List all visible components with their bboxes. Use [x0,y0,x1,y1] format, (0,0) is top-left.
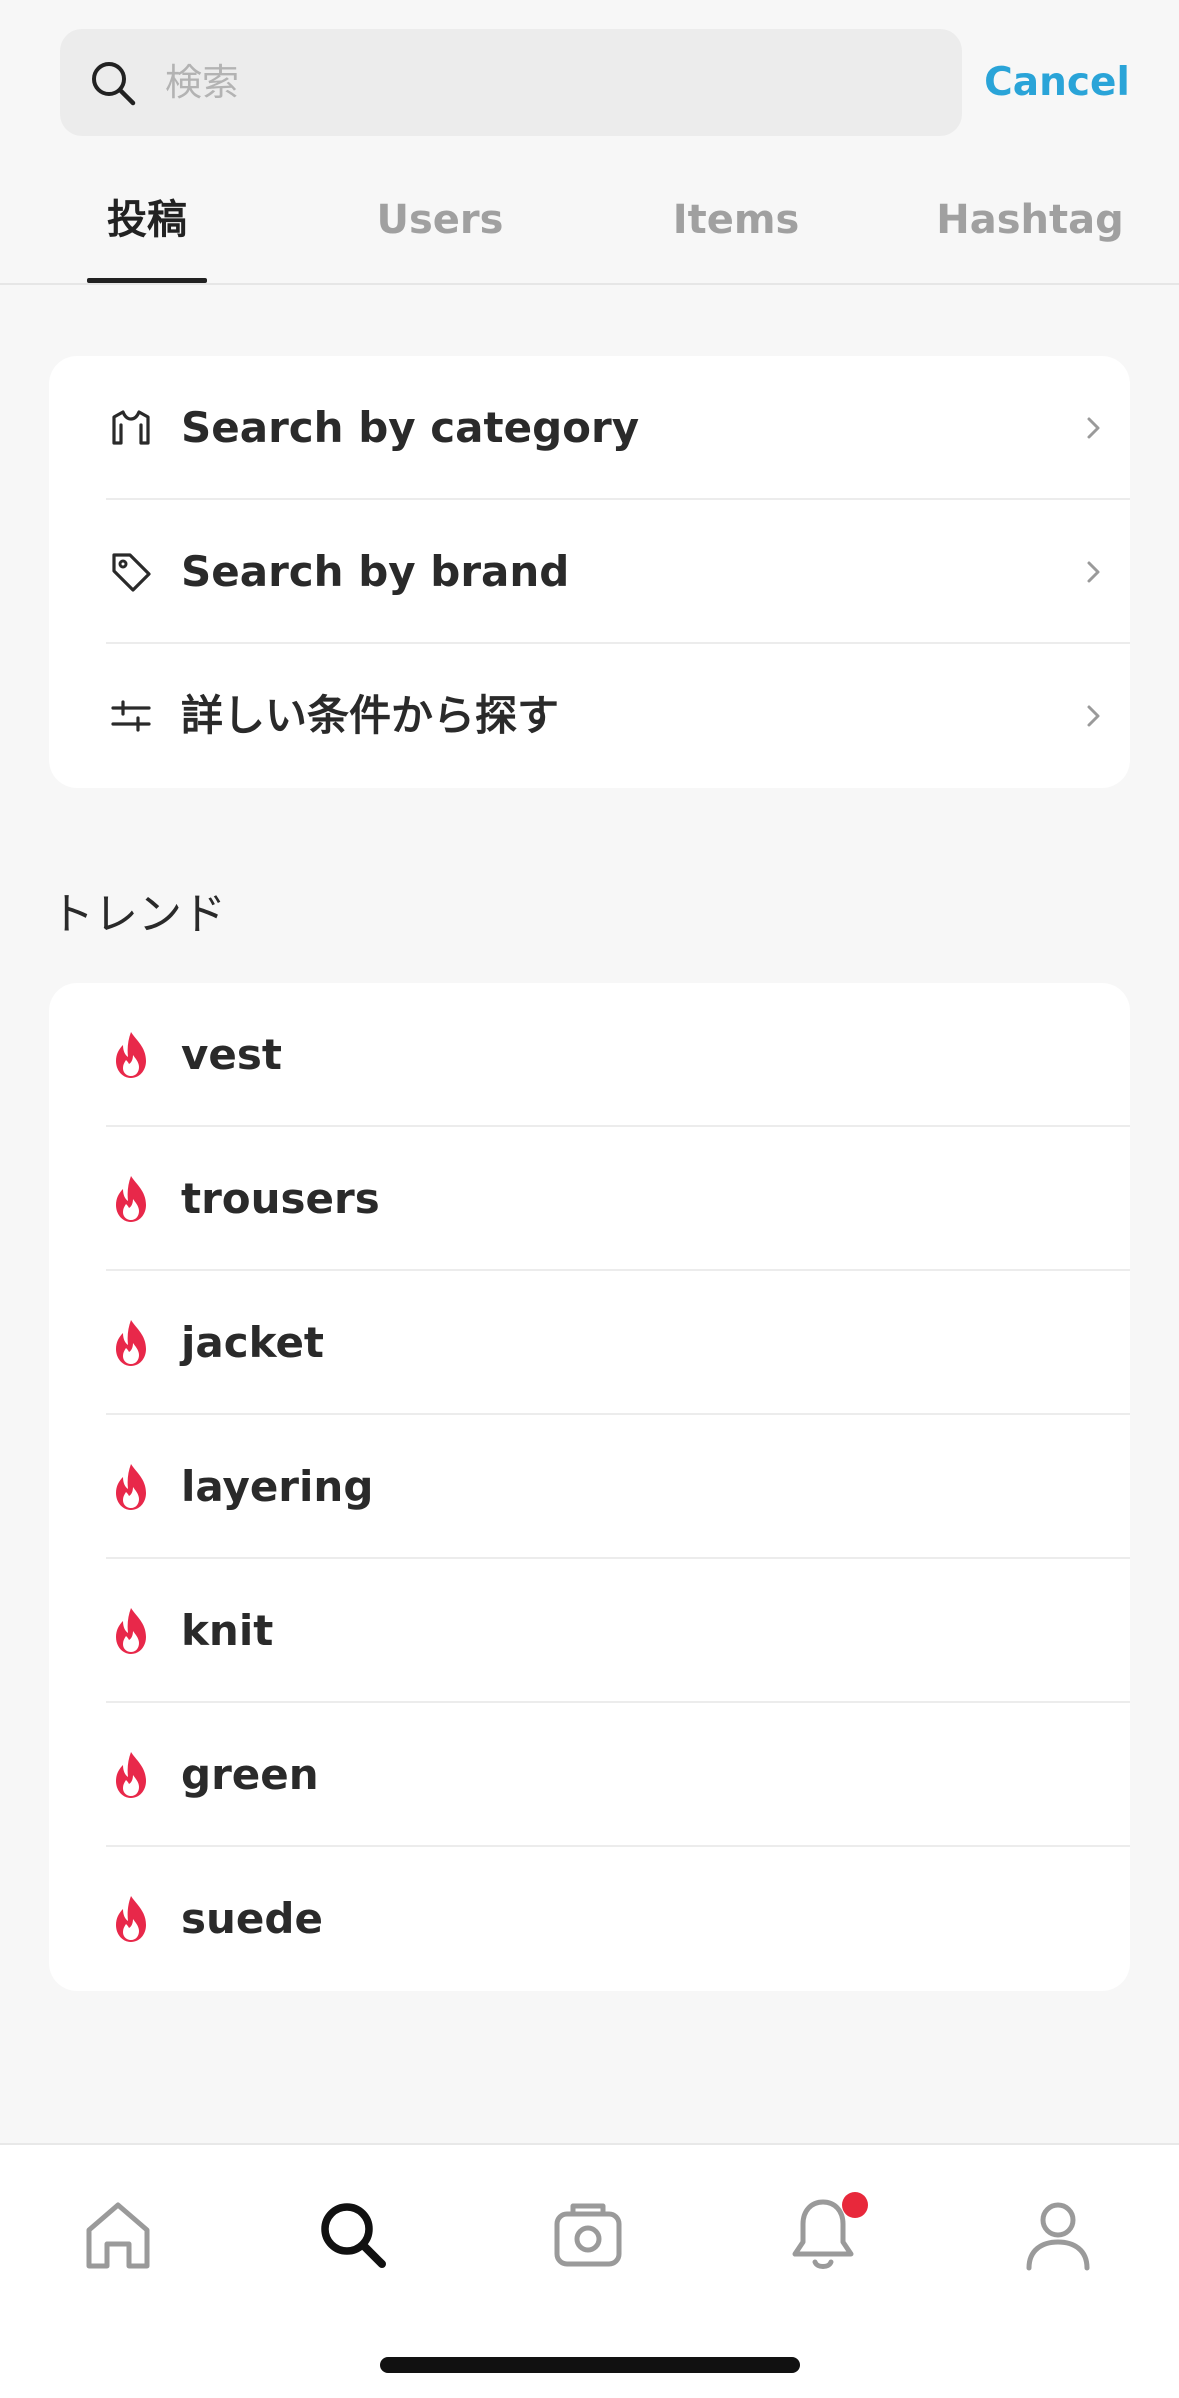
row-label: 詳しい条件から探す [181,691,560,740]
search-icon [321,2203,386,2268]
search-by-brand-row[interactable]: Search by brand [49,500,1130,644]
flame-icon [116,1032,146,1078]
chevron-right-icon [1087,705,1100,727]
nav-camera[interactable] [543,2190,633,2280]
trends-title: トレンド [50,889,226,940]
trend-item[interactable]: vest [49,983,1130,1127]
row-label: Search by category [181,403,640,452]
trend-item[interactable]: layering [49,1415,1130,1559]
nav-search[interactable] [308,2190,398,2280]
notification-badge [842,2192,868,2218]
tag-icon [112,553,151,592]
sliders-icon [111,700,151,732]
nav-home[interactable] [73,2190,163,2280]
trend-item[interactable]: suede [49,1847,1130,1991]
search-input[interactable] [165,29,925,136]
trend-label: knit [181,1606,274,1655]
flame-icon [116,1896,146,1942]
tab-hashtag[interactable]: Hashtag [930,175,1130,283]
trend-item[interactable]: green [49,1703,1130,1847]
flame-icon [116,1176,146,1222]
trend-label: suede [181,1894,323,1943]
flame-icon [116,1752,146,1798]
home-icon [86,2202,150,2269]
nav-notifications[interactable] [778,2190,868,2280]
search-bar[interactable] [60,29,962,136]
nav-profile[interactable] [1013,2190,1103,2280]
trend-label: vest [181,1030,282,1079]
chevron-right-icon [1087,561,1100,583]
trend-item[interactable]: knit [49,1559,1130,1703]
search-icon [92,62,136,106]
trend-label: green [181,1750,319,1799]
camera-icon [554,2203,622,2267]
flame-icon [116,1608,146,1654]
shirt-icon [112,410,150,445]
tab-users[interactable]: Users [340,175,540,283]
search-by-category-row[interactable]: Search by category [49,356,1130,500]
flame-icon [116,1320,146,1366]
row-label: Search by brand [181,547,570,596]
detailed-search-row[interactable]: 詳しい条件から探す [49,644,1130,788]
user-icon [1026,2202,1090,2271]
trends-card: vest trousers jacket layering knit green [49,983,1130,1991]
chevron-right-icon [1087,417,1100,439]
tab-bar: 投稿 Users Items Hashtag [0,175,1179,285]
trend-item[interactable]: jacket [49,1271,1130,1415]
bottom-nav [0,2143,1179,2398]
trend-label: trousers [181,1174,380,1223]
home-indicator [380,2357,800,2373]
flame-icon [116,1464,146,1510]
cancel-button[interactable]: Cancel [982,29,1132,136]
tab-items[interactable]: Items [636,175,836,283]
trend-item[interactable]: trousers [49,1127,1130,1271]
search-options-card: Search by category Search by brand 詳しい条件… [49,356,1130,788]
active-tab-indicator [87,278,207,283]
tab-posts[interactable]: 投稿 [60,175,234,283]
trend-label: layering [181,1462,374,1511]
trend-label: jacket [181,1318,325,1367]
